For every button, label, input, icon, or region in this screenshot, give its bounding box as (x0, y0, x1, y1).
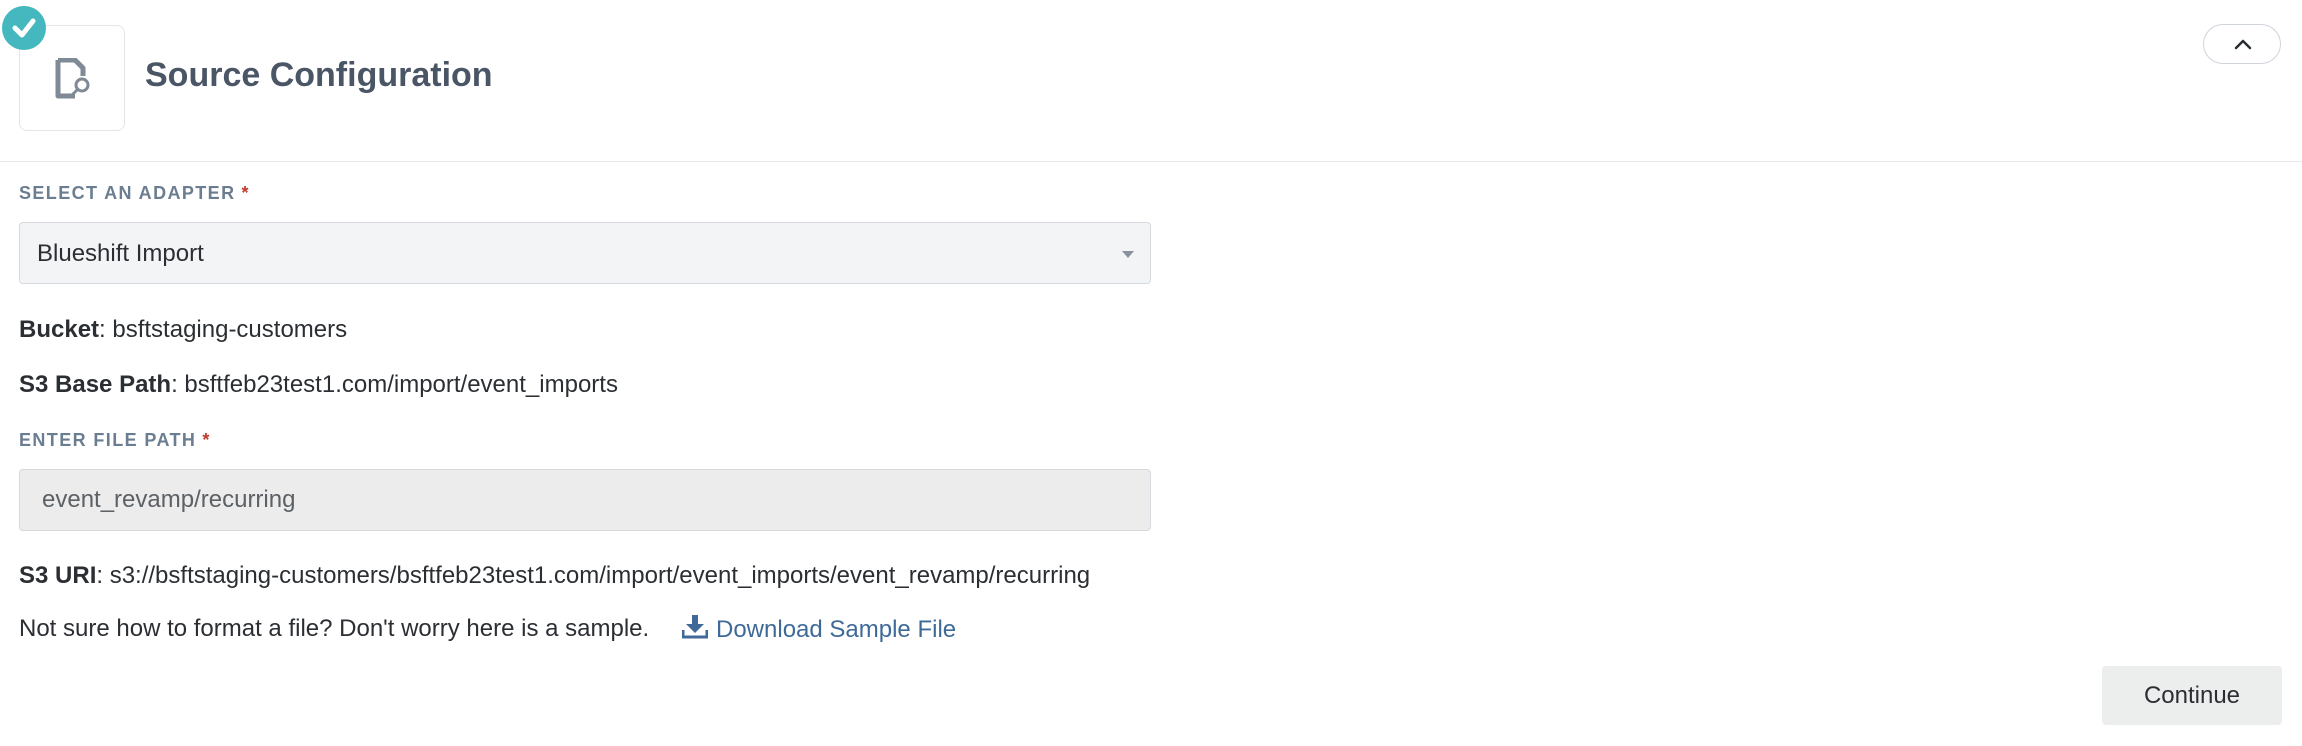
bucket-label: Bucket (19, 316, 100, 343)
base-path-info: S3 Base Path: bsftfeb23test1.com/import/… (19, 371, 618, 399)
adapter-label: Select an Adapter * (19, 183, 250, 203)
file-path-input[interactable] (19, 469, 1151, 531)
checkmark-icon (12, 18, 36, 38)
continue-button[interactable]: Continue (2102, 666, 2282, 725)
adapter-select[interactable]: Blueshift Import (19, 222, 1151, 284)
base-path-label: S3 Base Path (19, 371, 172, 398)
required-mark: * (241, 183, 250, 203)
collapse-section-button[interactable] (2203, 24, 2281, 64)
bucket-info: Bucket: bsftstaging-customers (19, 316, 347, 344)
base-path-value: : bsftfeb23test1.com/import/event_import… (171, 371, 618, 398)
adapter-select-value: Blueshift Import (37, 240, 204, 267)
chevron-up-icon (2234, 39, 2252, 50)
download-icon (681, 615, 709, 639)
section-header: Source Configuration (0, 0, 2302, 162)
bucket-value: : bsftstaging-customers (99, 316, 348, 343)
s3-uri-label: S3 URI (19, 562, 97, 589)
download-sample-label: Download Sample File (716, 616, 957, 643)
caret-down-icon (1122, 251, 1134, 258)
page-title: Source Configuration (145, 56, 493, 94)
sample-hint-text: Not sure how to format a file? Don't wor… (19, 615, 650, 642)
s3-uri-info: S3 URI: s3://bsftstaging-customers/bsftf… (19, 562, 1090, 590)
required-mark: * (202, 430, 211, 450)
step-complete-badge (2, 6, 46, 50)
s3-uri-value: : s3://bsftstaging-customers/bsftfeb23te… (96, 562, 1091, 589)
file-path-label: Enter File Path * (19, 430, 211, 450)
download-sample-link[interactable]: Download Sample File (681, 615, 957, 644)
file-search-icon (55, 58, 90, 99)
